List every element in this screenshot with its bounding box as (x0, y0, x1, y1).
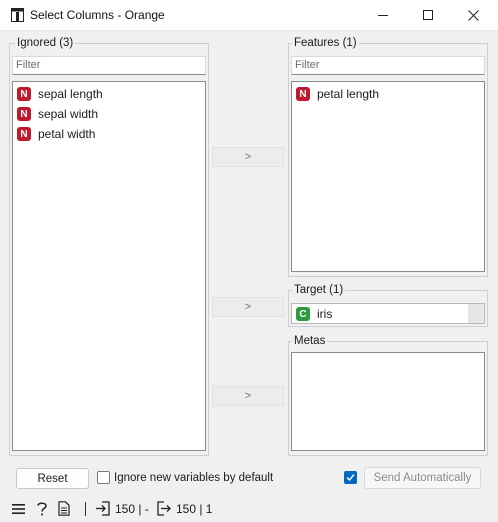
categorical-type-icon: C (296, 307, 310, 321)
output-summary: 150 | 1 (176, 502, 213, 516)
list-item-label: sepal length (38, 87, 103, 101)
hamburger-menu-icon[interactable] (12, 503, 25, 515)
checkmark-icon (346, 474, 355, 482)
input-arrow-icon (96, 501, 110, 516)
list-item[interactable]: N petal length (296, 85, 379, 103)
list-item-label: petal width (38, 127, 96, 141)
input-summary: 150 | - (115, 502, 149, 516)
list-item[interactable]: C iris (296, 305, 468, 323)
status-separator (85, 502, 86, 516)
send-automatically-checkbox[interactable] (344, 471, 357, 484)
move-to-features-button[interactable]: > (212, 147, 284, 167)
minimize-button[interactable] (360, 0, 406, 31)
list-item[interactable]: N sepal width (17, 105, 98, 123)
ignored-title: Ignored (3) (15, 37, 76, 49)
close-icon (467, 10, 479, 21)
report-icon[interactable] (58, 501, 70, 516)
orange-app-icon (11, 8, 24, 22)
list-item-label: iris (317, 307, 333, 321)
list-item-label: petal length (317, 87, 380, 101)
target-list-scroll-area (468, 304, 484, 323)
list-item-label: sepal width (38, 107, 99, 121)
send-automatically-button[interactable]: Send Automatically (364, 467, 481, 489)
close-button[interactable] (450, 0, 496, 31)
numeric-type-icon: N (296, 87, 310, 101)
maximize-icon (422, 10, 433, 20)
ignore-new-variables-label: Ignore new variables by default (114, 472, 274, 484)
numeric-type-icon: N (17, 107, 31, 121)
move-to-target-button[interactable]: > (212, 297, 284, 317)
title-bar: Select Columns - Orange (0, 0, 498, 31)
numeric-type-icon: N (17, 127, 31, 141)
target-list[interactable]: C iris (291, 303, 485, 324)
minimize-icon (377, 15, 388, 16)
metas-list[interactable] (291, 352, 485, 451)
move-to-metas-button[interactable]: > (212, 386, 284, 406)
list-item[interactable]: N sepal length (17, 85, 103, 103)
ignore-new-variables-checkbox[interactable] (97, 471, 110, 484)
numeric-type-icon: N (17, 87, 31, 101)
features-list[interactable]: N petal length (291, 81, 485, 272)
metas-title: Metas (292, 335, 328, 347)
list-item[interactable]: N petal width (17, 125, 95, 143)
ignored-list[interactable]: N sepal length N sepal width N petal wid… (12, 81, 206, 451)
features-filter-input[interactable]: Filter (291, 56, 485, 75)
features-title: Features (1) (292, 37, 359, 49)
status-bar: 150 | - 150 | 1 (0, 496, 498, 522)
maximize-button[interactable] (405, 0, 451, 31)
ignored-filter-input[interactable]: Filter (12, 56, 206, 75)
reset-button[interactable]: Reset (16, 468, 89, 489)
target-title: Target (1) (292, 284, 346, 296)
window-title: Select Columns - Orange (30, 8, 165, 22)
output-arrow-icon (157, 501, 171, 516)
help-icon[interactable] (36, 501, 48, 517)
